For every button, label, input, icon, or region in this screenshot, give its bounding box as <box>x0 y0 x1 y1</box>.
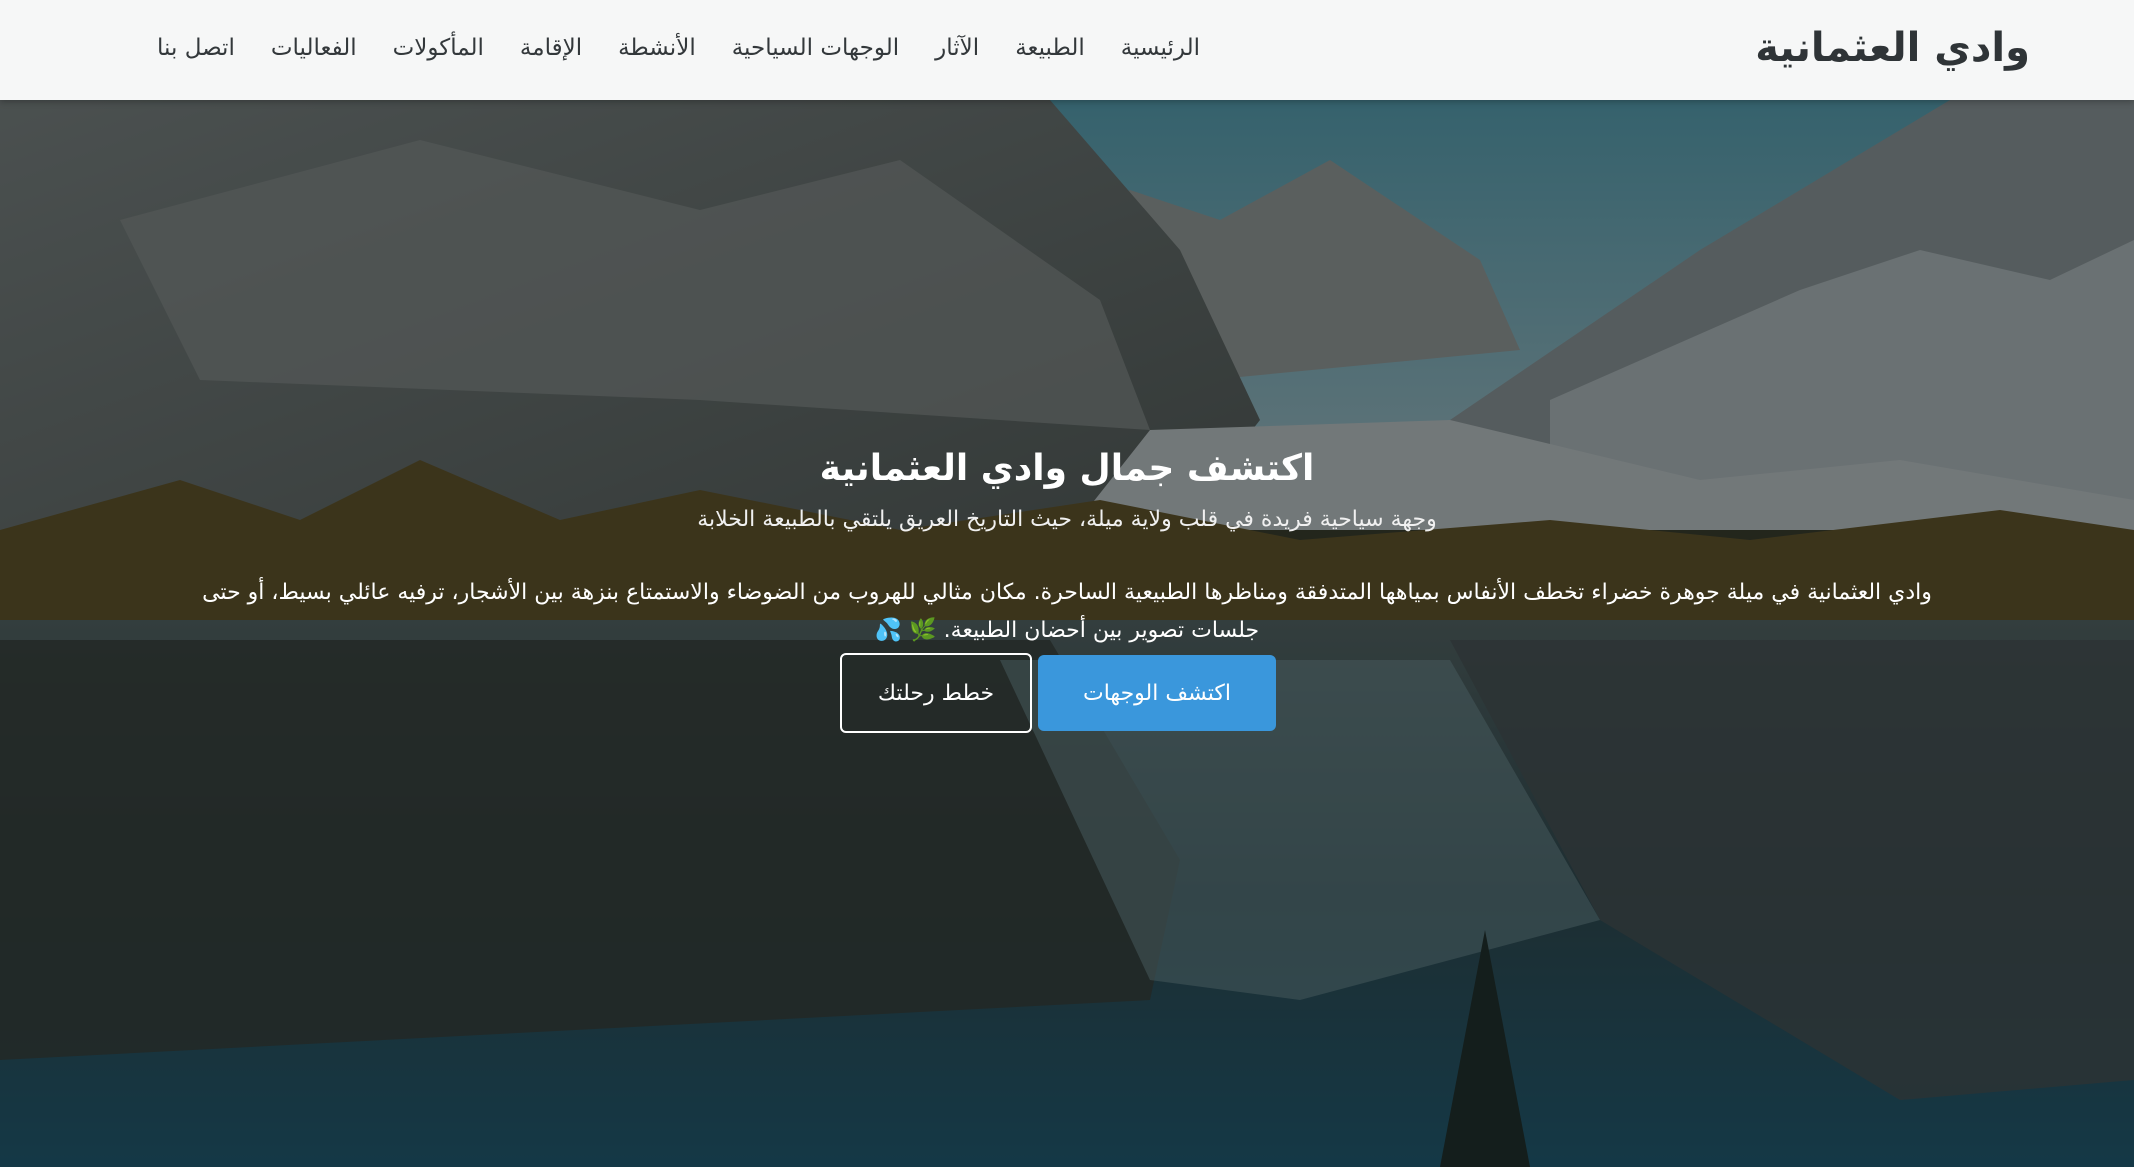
explore-destinations-button[interactable]: اكتشف الوجهات <box>1038 655 1276 731</box>
hero-actions: اكتشف الوجهات خطط رحلتك <box>838 653 1276 733</box>
hero-content: اكتشف جمال وادي العثمانية وجهة سياحية فر… <box>0 100 2134 1167</box>
hero-title: اكتشف جمال وادي العثمانية <box>819 448 1315 489</box>
nav-item-nature[interactable]: الطبيعة <box>1015 28 1085 68</box>
hero-section: اكتشف جمال وادي العثمانية وجهة سياحية فر… <box>0 100 2134 1167</box>
nav-item-contact[interactable]: اتصل بنا <box>157 28 235 68</box>
nav-item-home[interactable]: الرئيسية <box>1121 28 1200 68</box>
main-nav: الرئيسية الطبيعة الآثار الوجهات السياحية… <box>157 28 1200 68</box>
nav-item-events[interactable]: الفعاليات <box>271 28 357 68</box>
nav-item-accommodation[interactable]: الإقامة <box>520 28 582 68</box>
nav-item-activities[interactable]: الأنشطة <box>618 28 696 68</box>
nav-item-monuments[interactable]: الآثار <box>935 28 979 68</box>
nav-item-food[interactable]: المأكولات <box>393 28 484 68</box>
hero-subtitle: وجهة سياحية فريدة في قلب ولاية ميلة، حيث… <box>697 507 1437 532</box>
plan-trip-button[interactable]: خطط رحلتك <box>840 653 1032 733</box>
leaf-droplets-emoji: 🌿 💦 <box>874 618 937 643</box>
hero-description-text: وادي العثمانية في ميلة جوهرة خضراء تخطف … <box>202 580 1932 643</box>
site-logo[interactable]: وادي العثمانية <box>1755 22 2030 74</box>
site-header: وادي العثمانية الرئيسية الطبيعة الآثار ا… <box>0 0 2134 100</box>
nav-item-destinations[interactable]: الوجهات السياحية <box>732 28 899 68</box>
hero-description: وادي العثمانية في ميلة جوهرة خضراء تخطف … <box>200 574 1934 650</box>
